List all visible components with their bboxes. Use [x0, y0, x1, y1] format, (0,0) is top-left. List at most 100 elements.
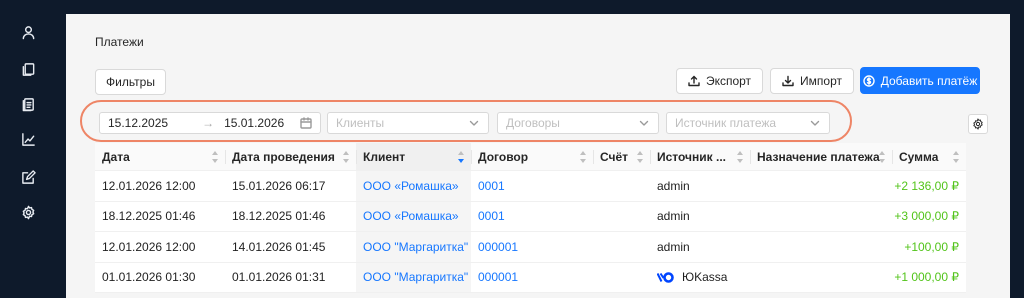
coin-icon [863, 74, 875, 87]
settings-icon[interactable] [20, 204, 36, 220]
sort-desc-icon[interactable] [458, 151, 465, 163]
sort-icon[interactable] [580, 151, 587, 163]
cell-invoice [593, 171, 650, 201]
cell-date: 12.01.2026 12:00 [102, 178, 196, 193]
calendar-icon [300, 117, 312, 129]
column-contract[interactable]: Договор [471, 143, 593, 170]
cell-posted-date: 01.01.2026 01:31 [232, 270, 326, 285]
cell-contract-link[interactable]: 000001 [471, 263, 593, 293]
contracts-placeholder: Договоры [506, 116, 560, 130]
column-invoice[interactable]: Счёт [593, 143, 650, 170]
table-row[interactable]: 18.12.2025 01:46 18.12.2025 01:46 ООО «Р… [95, 201, 966, 232]
cell-amount: +2 136,00 ₽ [894, 178, 959, 193]
user-icon[interactable] [20, 24, 36, 40]
chevron-down-icon [639, 120, 649, 126]
column-date-label: Дата [102, 149, 130, 164]
cell-purpose [750, 232, 892, 262]
main-content: Платежи Фильтры Экспорт Импорт Добавить … [66, 14, 1010, 298]
cell-source: admin [657, 209, 690, 224]
cell-source: admin [657, 178, 690, 193]
add-payment-button[interactable]: Добавить платёж [860, 67, 980, 94]
filters-button[interactable]: Фильтры [95, 69, 166, 95]
sort-icon[interactable] [879, 151, 886, 163]
date-from[interactable]: 15.12.2025 [108, 116, 168, 130]
filters-button-label: Фильтры [106, 75, 155, 89]
documents-icon[interactable] [20, 96, 36, 112]
sort-icon[interactable] [737, 151, 744, 163]
sort-icon[interactable] [343, 151, 350, 163]
cell-amount: +1 000,00 ₽ [894, 270, 959, 285]
download-icon [782, 75, 794, 87]
table-header: Дата Дата проведения Клиент Договор Счёт… [95, 143, 966, 171]
column-client[interactable]: Клиент [356, 143, 471, 170]
column-invoice-label: Счёт [600, 149, 629, 164]
sort-icon[interactable] [637, 151, 644, 163]
export-button-label: Экспорт [705, 74, 752, 88]
cell-amount: +100,00 ₽ [904, 239, 959, 254]
table-row[interactable]: 12.01.2026 12:00 15.01.2026 06:17 ООО «Р… [95, 171, 966, 202]
column-purpose-label: Назначение платежа [757, 149, 880, 164]
column-amount-label: Сумма [899, 149, 939, 164]
cell-contract-link[interactable]: 0001 [471, 202, 593, 232]
cell-source: admin [657, 239, 690, 254]
add-payment-button-label: Добавить платёж [880, 73, 978, 88]
cell-posted-date: 14.01.2026 01:45 [232, 239, 326, 254]
upload-icon [688, 75, 700, 87]
cell-posted-date: 15.01.2026 06:17 [232, 178, 326, 193]
cell-invoice [593, 232, 650, 262]
cell-purpose [750, 263, 892, 293]
sidebar [0, 0, 56, 298]
chevron-down-icon [810, 120, 820, 126]
import-button-label: Импорт [800, 74, 842, 88]
export-button[interactable]: Экспорт [676, 68, 763, 94]
copy-icon[interactable] [20, 61, 36, 77]
clients-select[interactable]: Клиенты [327, 112, 489, 134]
contracts-select[interactable]: Договоры [497, 112, 659, 134]
cell-client-link[interactable]: ООО "Маргаритка" [356, 232, 471, 262]
source-select[interactable]: Источник платежа [666, 112, 830, 134]
cell-client-link[interactable]: ООО «Ромашка» [356, 201, 471, 231]
table-row[interactable]: 01.01.2026 01:30 01.01.2026 01:31 ООО "М… [95, 262, 966, 293]
column-source[interactable]: Источник ... [650, 143, 750, 170]
column-source-label: Источник ... [657, 149, 726, 164]
source-placeholder: Источник платежа [675, 116, 777, 130]
payments-table: Дата Дата проведения Клиент Договор Счёт… [95, 143, 966, 293]
cell-date: 12.01.2026 12:00 [102, 239, 196, 254]
cell-invoice [593, 263, 650, 293]
column-purpose[interactable]: Назначение платежа [750, 143, 892, 170]
arrow-right-icon: → [202, 116, 215, 130]
sort-icon[interactable] [212, 151, 219, 163]
chart-icon[interactable] [20, 131, 36, 147]
cell-invoice [593, 202, 650, 232]
date-to[interactable]: 15.01.2026 [224, 116, 300, 130]
cell-source: ЮKassa [650, 263, 750, 293]
column-contract-label: Договор [478, 149, 529, 164]
cell-posted-date: 18.12.2025 01:46 [232, 209, 326, 224]
cell-date: 18.12.2025 01:46 [102, 209, 196, 224]
cell-amount: +3 000,00 ₽ [894, 209, 959, 224]
cell-contract-link[interactable]: 000001 [471, 232, 593, 262]
date-range-picker[interactable]: 15.12.2025 → 15.01.2026 [99, 112, 321, 134]
column-client-label: Клиент [363, 149, 406, 164]
yookassa-logo-icon [657, 271, 674, 283]
sort-icon[interactable] [953, 151, 960, 163]
page-title: Платежи [95, 35, 144, 49]
table-settings-button[interactable] [968, 114, 988, 134]
cell-source-label: ЮKassa [682, 270, 728, 285]
cell-client-link[interactable]: ООО "Маргаритка" [356, 262, 471, 292]
column-posted-date-label: Дата проведения [232, 149, 335, 164]
import-button[interactable]: Импорт [770, 68, 854, 94]
edit-icon[interactable] [20, 169, 36, 185]
cell-purpose [750, 202, 892, 232]
column-date[interactable]: Дата [95, 143, 225, 170]
chevron-down-icon [469, 120, 479, 126]
column-posted-date[interactable]: Дата проведения [225, 143, 356, 170]
gear-icon [973, 118, 983, 130]
cell-client-link[interactable]: ООО «Ромашка» [356, 171, 471, 201]
cell-contract-link[interactable]: 0001 [471, 171, 593, 201]
clients-placeholder: Клиенты [336, 116, 385, 130]
cell-purpose [750, 171, 892, 201]
cell-date: 01.01.2026 01:30 [102, 270, 196, 285]
column-amount[interactable]: Сумма [892, 143, 966, 170]
table-row[interactable]: 12.01.2026 12:00 14.01.2026 01:45 ООО "М… [95, 232, 966, 263]
